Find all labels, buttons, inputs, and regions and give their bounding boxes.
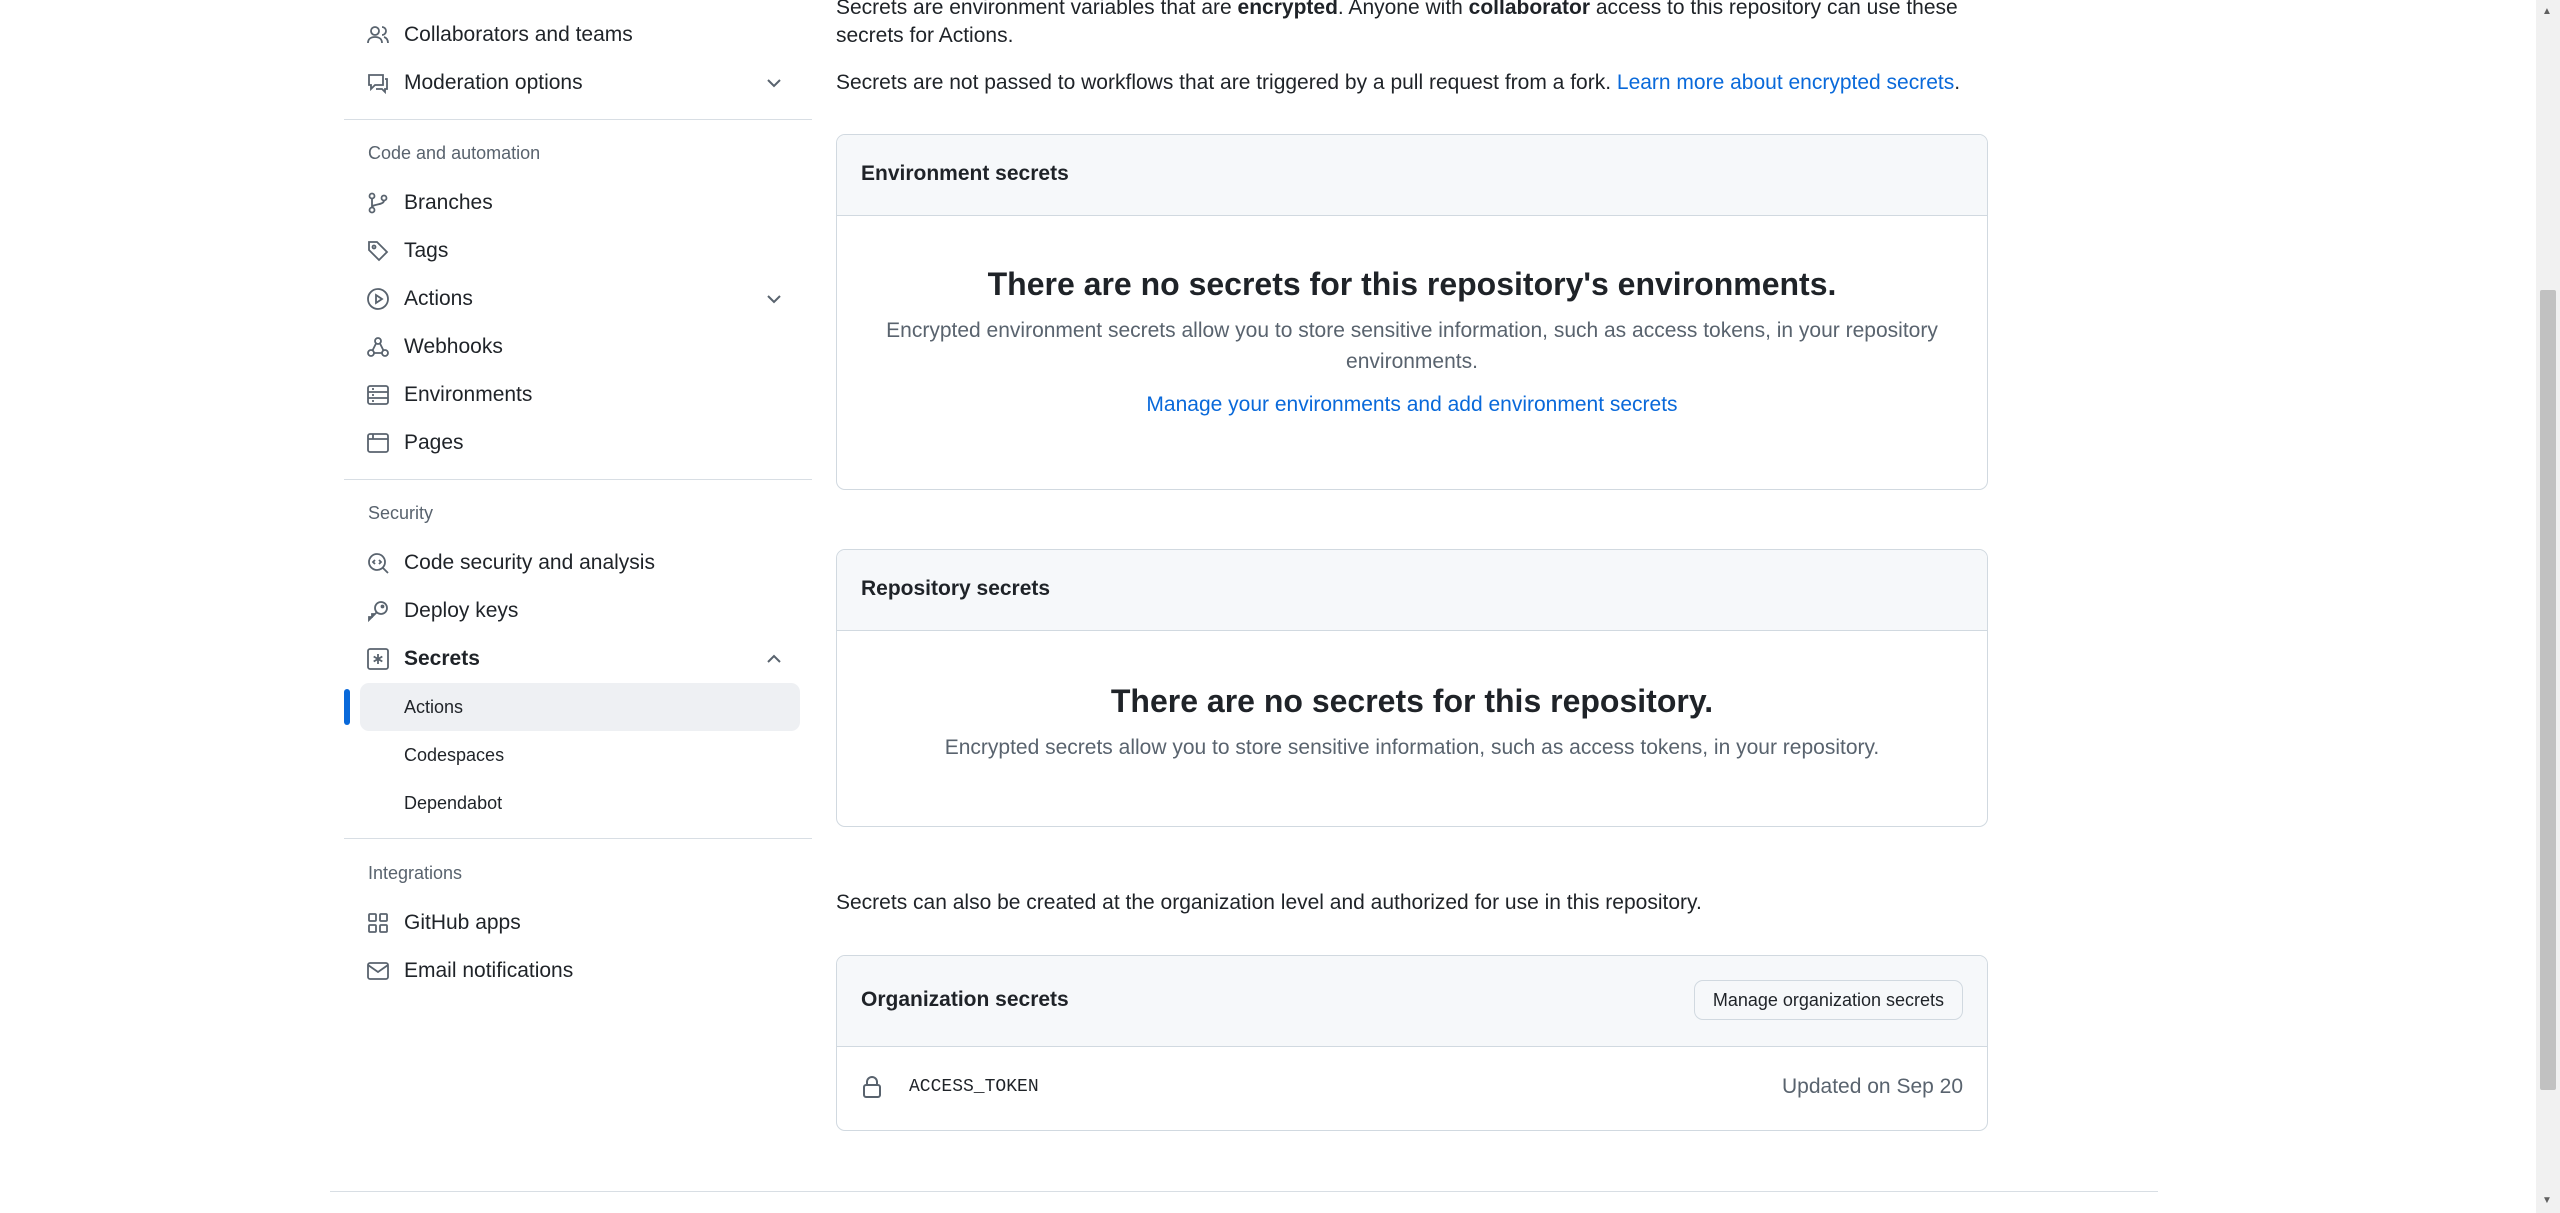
environment-secrets-title: Environment secrets xyxy=(861,162,1069,185)
blankslate: There are no secrets for this repository… xyxy=(837,216,1987,417)
chevron-up-icon xyxy=(762,647,786,671)
sidebar-subitem-dependabot[interactable]: Dependabot xyxy=(360,779,800,827)
active-indicator xyxy=(344,689,350,725)
report-icon xyxy=(366,71,390,95)
divider xyxy=(344,838,812,839)
chevron-down-icon xyxy=(762,71,786,95)
asterisk-box-icon xyxy=(366,647,390,671)
box-header: Organization secrets Manage organization… xyxy=(837,956,1987,1047)
organization-secrets-title: Organization secrets xyxy=(861,988,1069,1011)
group-label-code-automation: Code and automation xyxy=(368,143,541,163)
sidebar-item-label: Dependabot xyxy=(404,792,503,813)
repository-secrets-box: Repository secrets There are no secrets … xyxy=(836,549,1988,827)
repository-secrets-title: Repository secrets xyxy=(861,577,1051,600)
sidebar-item-label: Environments xyxy=(404,383,533,406)
scrollbar-thumb[interactable] xyxy=(2540,290,2556,1090)
sidebar-item-webhooks[interactable]: Webhooks xyxy=(344,323,800,371)
sidebar-item-environments[interactable]: Environments xyxy=(344,371,800,419)
sidebar-item-label: Collaborators and teams xyxy=(404,23,633,46)
group-label-security: Security xyxy=(368,503,434,523)
play-circle-icon xyxy=(366,287,390,311)
environment-secrets-box: Environment secrets There are no secrets… xyxy=(836,134,1988,490)
sidebar-item-tags[interactable]: Tags xyxy=(344,227,800,275)
tag-icon xyxy=(366,239,390,263)
sidebar-item-secrets[interactable]: Secrets xyxy=(344,635,800,683)
intro-text-line2: secrets for Actions. xyxy=(836,24,1014,47)
sidebar-subitem-codespaces[interactable]: Codespaces xyxy=(360,731,800,779)
sidebar-item-deploy-keys[interactable]: Deploy keys xyxy=(344,587,800,635)
learn-more-link[interactable]: Learn more about encrypted secrets xyxy=(1617,71,1954,94)
sidebar-item-label: Secrets xyxy=(404,647,480,670)
secret-row: ACCESS_TOKEN Updated on Sep 20 xyxy=(837,1047,1987,1129)
sidebar-item-branches[interactable]: Branches xyxy=(344,179,800,227)
divider xyxy=(344,479,812,480)
scroll-down-icon[interactable]: ▼ xyxy=(2542,1195,2552,1206)
sidebar-item-label: Codespaces xyxy=(404,744,505,765)
lock-icon xyxy=(861,1075,883,1099)
blankslate-desc-line2: environments. xyxy=(1346,350,1478,373)
sidebar-subitem-actions[interactable]: Actions xyxy=(360,683,800,731)
scroll-up-icon[interactable]: ▲ xyxy=(2542,6,2552,17)
sidebar-item-moderation[interactable]: Moderation options xyxy=(344,59,800,107)
blankslate-desc: Encrypted environment secrets allow you … xyxy=(886,319,1938,342)
apps-icon xyxy=(366,911,390,935)
blankslate: There are no secrets for this repository… xyxy=(837,631,1987,763)
sidebar-item-label: Actions xyxy=(404,287,473,310)
sidebar-item-label: Tags xyxy=(404,239,449,262)
browser-icon xyxy=(366,431,390,455)
box-header: Environment secrets xyxy=(837,135,1987,216)
branch-icon xyxy=(366,191,390,215)
manage-organization-secrets-button[interactable]: Manage organization secrets xyxy=(1693,980,1963,1020)
sidebar-item-actions[interactable]: Actions xyxy=(344,275,800,323)
blankslate-title: There are no secrets for this repository… xyxy=(987,266,1837,302)
key-icon xyxy=(366,599,390,623)
secret-name: ACCESS_TOKEN xyxy=(909,1077,1039,1097)
sidebar-item-label: Webhooks xyxy=(404,335,503,358)
sidebar-item-label: Deploy keys xyxy=(404,599,519,622)
sidebar-item-github-apps[interactable]: GitHub apps xyxy=(344,899,800,947)
sidebar-item-label: Pages xyxy=(404,431,464,454)
sidebar-item-collaborators[interactable]: Collaborators and teams xyxy=(344,11,800,59)
sidebar-item-label: Branches xyxy=(404,191,493,214)
footer-divider xyxy=(330,1191,2158,1192)
webhook-icon xyxy=(366,335,390,359)
blankslate-title: There are no secrets for this repository… xyxy=(1110,683,1714,719)
sidebar-item-email-notifications[interactable]: Email notifications xyxy=(344,947,800,995)
people-icon xyxy=(366,23,390,47)
server-icon xyxy=(366,383,390,407)
sidebar-item-label: Code security and analysis xyxy=(404,551,655,574)
secret-updated: Updated on Sep 20 xyxy=(1782,1075,1963,1098)
box-header: Repository secrets xyxy=(837,550,1987,631)
sidebar-item-pages[interactable]: Pages xyxy=(344,419,800,467)
sidebar-item-label: GitHub apps xyxy=(404,911,521,934)
fork-note: Secrets are not passed to workflows that… xyxy=(836,71,1961,94)
sidebar-item-label: Moderation options xyxy=(404,71,583,94)
organization-secrets-box: Organization secrets Manage organization… xyxy=(836,955,1988,1131)
blankslate-desc: Encrypted secrets allow you to store sen… xyxy=(944,736,1880,759)
manage-environments-link[interactable]: Manage your environments and add environ… xyxy=(1146,393,1677,416)
group-label-integrations: Integrations xyxy=(368,863,463,883)
codescan-icon xyxy=(366,551,390,575)
org-note: Secrets can also be created at the organ… xyxy=(836,891,1702,914)
page-scrollbar[interactable]: ▲ ▼ xyxy=(2536,0,2560,1213)
chevron-down-icon xyxy=(762,287,786,311)
sidebar-item-label: Actions xyxy=(404,696,464,717)
divider xyxy=(344,119,812,120)
sidebar-item-code-security[interactable]: Code security and analysis xyxy=(344,539,800,587)
mail-icon xyxy=(366,959,390,983)
sidebar-item-label: Email notifications xyxy=(404,959,574,982)
